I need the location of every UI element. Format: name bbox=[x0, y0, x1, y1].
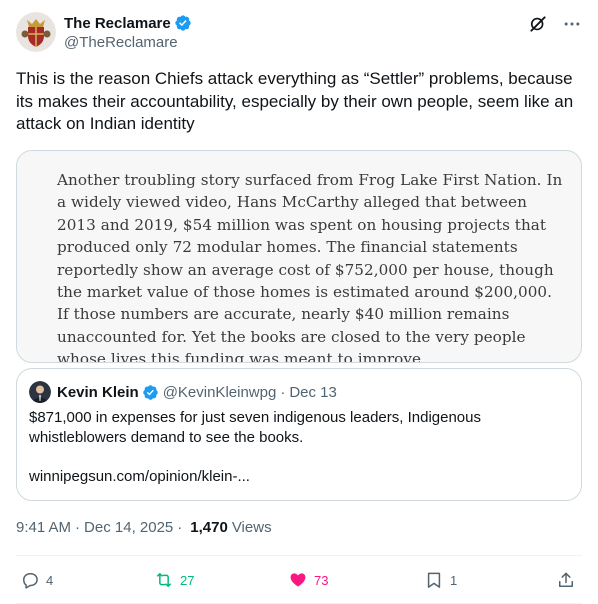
quoted-author-avatar bbox=[29, 381, 51, 403]
share-icon bbox=[559, 572, 573, 587]
reply-button[interactable]: 4 bbox=[20, 566, 53, 594]
quoted-tweet-link[interactable]: winnipegsun.com/opinion/klein-... bbox=[29, 468, 250, 485]
bookmark-count: 1 bbox=[450, 572, 458, 588]
author-handle[interactable]: @TheReclamare bbox=[64, 34, 192, 51]
tweet-header: The Reclamare @TheReclamare bbox=[16, 12, 582, 54]
like-button[interactable]: 73 bbox=[288, 566, 328, 594]
quoted-tweet-text: $871,000 in expenses for just seven indi… bbox=[29, 409, 481, 446]
verified-badge-icon bbox=[142, 384, 158, 400]
author-display-name[interactable]: The Reclamare bbox=[64, 15, 171, 32]
reply-icon bbox=[23, 573, 38, 589]
share-button[interactable] bbox=[556, 566, 576, 594]
divider-top bbox=[16, 555, 582, 556]
repost-button[interactable]: 27 bbox=[154, 566, 194, 594]
repost-icon bbox=[157, 573, 171, 587]
tweet-date[interactable]: Dec 14, 2025 bbox=[84, 519, 173, 536]
author-names: The Reclamare @TheReclamare bbox=[64, 13, 192, 51]
views-count: 1,470 bbox=[190, 519, 228, 536]
like-count: 73 bbox=[314, 572, 329, 588]
meta-separator: · bbox=[177, 519, 183, 536]
quoted-separator: · bbox=[280, 383, 286, 401]
views-label: Views bbox=[231, 519, 272, 536]
header-actions bbox=[528, 14, 582, 34]
display-name-row: The Reclamare bbox=[64, 13, 192, 33]
repost-count: 27 bbox=[180, 572, 195, 588]
quoted-tweet[interactable]: Kevin Klein @KevinKleinwpg · Dec 13 $871… bbox=[16, 368, 582, 501]
image-text: Another troubling story surfaced from Fr… bbox=[57, 171, 563, 363]
action-bar: 4 27 73 1 bbox=[16, 566, 582, 594]
quoted-display-name: Kevin Klein bbox=[57, 383, 139, 401]
bookmark-button[interactable]: 1 bbox=[424, 566, 457, 594]
bookmark-icon bbox=[427, 572, 441, 588]
more-icon[interactable] bbox=[562, 14, 582, 34]
like-icon bbox=[290, 573, 306, 587]
reply-count: 4 bbox=[46, 572, 54, 588]
grok-icon[interactable] bbox=[528, 14, 548, 34]
verified-badge-icon bbox=[175, 15, 191, 31]
attached-image[interactable]: Another troubling story surfaced from Fr… bbox=[16, 150, 582, 363]
meta-separator: · bbox=[75, 519, 81, 536]
author-avatar[interactable] bbox=[16, 12, 56, 52]
quoted-handle: @KevinKleinwpg bbox=[162, 383, 277, 401]
tweet-meta: 9:41 AM · Dec 14, 2025 · 1,470 Views bbox=[16, 519, 272, 536]
quoted-tweet-header: Kevin Klein @KevinKleinwpg · Dec 13 bbox=[29, 381, 337, 403]
quoted-date: Dec 13 bbox=[289, 383, 337, 401]
tweet-text: This is the reason Chiefs attack everyth… bbox=[16, 69, 574, 133]
tweet-time[interactable]: 9:41 AM bbox=[16, 519, 71, 536]
